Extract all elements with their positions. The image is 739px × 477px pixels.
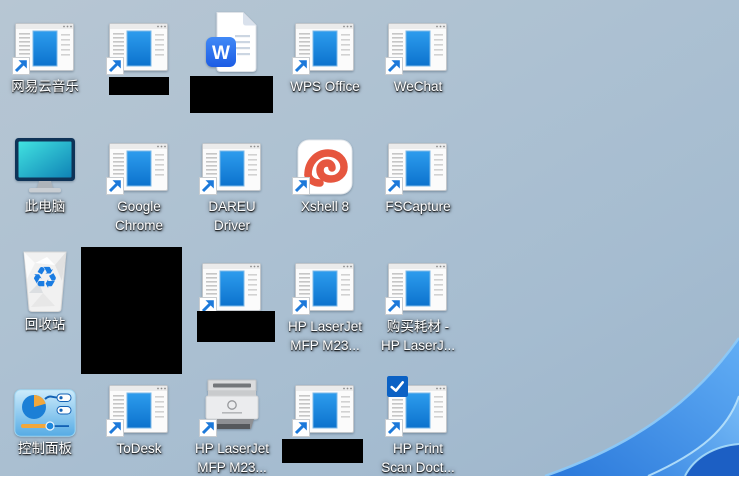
desktop-icon-google-chrome[interactable]: Google Chrome bbox=[94, 133, 184, 235]
icon-label: Google Chrome bbox=[114, 199, 163, 233]
recycle-bin-icon bbox=[17, 249, 73, 313]
shortcut-arrow-icon bbox=[385, 177, 403, 195]
icon-label: Xshell 8 bbox=[300, 199, 350, 214]
desktop-icon-control-panel[interactable]: 控制面板 bbox=[0, 375, 90, 458]
icon-label: 购买耗材 - HP LaserJ... bbox=[380, 319, 456, 353]
shortcut-arrow-icon bbox=[292, 297, 310, 315]
desktop-icon-buy-supplies-hp-laserjet[interactable]: 购买耗材 - HP LaserJ... bbox=[373, 253, 463, 355]
shortcut-arrow-icon bbox=[106, 177, 124, 195]
desktop-icon-redacted-app-3[interactable] bbox=[280, 375, 370, 439]
shortcut-arrow-icon bbox=[292, 57, 310, 75]
desktop-icon-this-pc[interactable]: 此电脑 bbox=[0, 133, 90, 216]
desktop-icon-fscapture[interactable]: FSCapture bbox=[373, 133, 463, 216]
selected-checkmark-icon bbox=[387, 376, 408, 397]
word-document-icon bbox=[203, 11, 261, 73]
redaction-box-full-item bbox=[81, 247, 182, 374]
redaction-box-label-2 bbox=[190, 76, 273, 113]
desktop-wallpaper: W ♻ bbox=[0, 0, 739, 476]
shortcut-arrow-icon bbox=[292, 419, 310, 437]
desktop-icon-redacted-app-1[interactable] bbox=[94, 13, 184, 77]
desktop-icon-netease-cloud-music[interactable]: 网易云音乐 bbox=[0, 13, 90, 96]
icon-label: WeChat bbox=[393, 79, 443, 94]
icon-label: FSCapture bbox=[385, 199, 451, 214]
shortcut-arrow-icon bbox=[385, 297, 403, 315]
redaction-box-label-1 bbox=[109, 77, 169, 95]
icon-label: 此电脑 bbox=[24, 199, 66, 214]
icon-label: 回收站 bbox=[24, 317, 66, 332]
redaction-box-label-3 bbox=[197, 311, 275, 342]
icon-label: ToDesk bbox=[116, 441, 162, 456]
icon-label: HP LaserJet MFP M23... bbox=[194, 441, 270, 475]
shortcut-arrow-icon bbox=[385, 419, 403, 437]
desktop-icon-xshell-8[interactable]: Xshell 8 bbox=[280, 133, 370, 216]
desktop-icon-hp-print-scan-doctor[interactable]: HP Print Scan Doct... bbox=[373, 375, 463, 477]
desktop-icon-todesk[interactable]: ToDesk bbox=[94, 375, 184, 458]
this-pc-monitor-icon bbox=[13, 137, 77, 195]
shortcut-arrow-icon bbox=[199, 177, 217, 195]
icon-label: DAREU Driver bbox=[208, 199, 256, 233]
icon-label: HP Print Scan Doct... bbox=[381, 441, 455, 475]
icon-label: WPS Office bbox=[290, 79, 360, 94]
redaction-box-label-4 bbox=[282, 439, 363, 463]
icon-label: 控制面板 bbox=[18, 441, 72, 456]
desktop-icon-dareu-driver[interactable]: DAREU Driver bbox=[187, 133, 277, 235]
icon-label: HP LaserJet MFP M23... bbox=[287, 319, 363, 353]
shortcut-arrow-icon bbox=[199, 419, 217, 437]
control-panel-icon bbox=[14, 389, 76, 437]
shortcut-arrow-icon bbox=[292, 177, 310, 195]
desktop-icon-wps-office[interactable]: WPS Office bbox=[280, 13, 370, 96]
shortcut-arrow-icon bbox=[12, 57, 30, 75]
desktop-icon-hp-laserjet-mfp-printer[interactable]: HP LaserJet MFP M23... bbox=[187, 375, 277, 477]
shortcut-arrow-icon bbox=[385, 57, 403, 75]
shortcut-arrow-icon bbox=[106, 57, 124, 75]
icon-label: 网易云音乐 bbox=[11, 79, 79, 94]
desktop-icon-wechat[interactable]: WeChat bbox=[373, 13, 463, 96]
desktop-icon-recycle-bin[interactable]: 回收站 bbox=[0, 251, 90, 334]
desktop-icon-redacted-app-2[interactable] bbox=[187, 253, 277, 317]
shortcut-arrow-icon bbox=[106, 419, 124, 437]
desktop-icon-word-document[interactable] bbox=[187, 11, 277, 75]
desktop-icon-hp-laserjet-mfp-shortcut[interactable]: HP LaserJet MFP M23... bbox=[280, 253, 370, 355]
